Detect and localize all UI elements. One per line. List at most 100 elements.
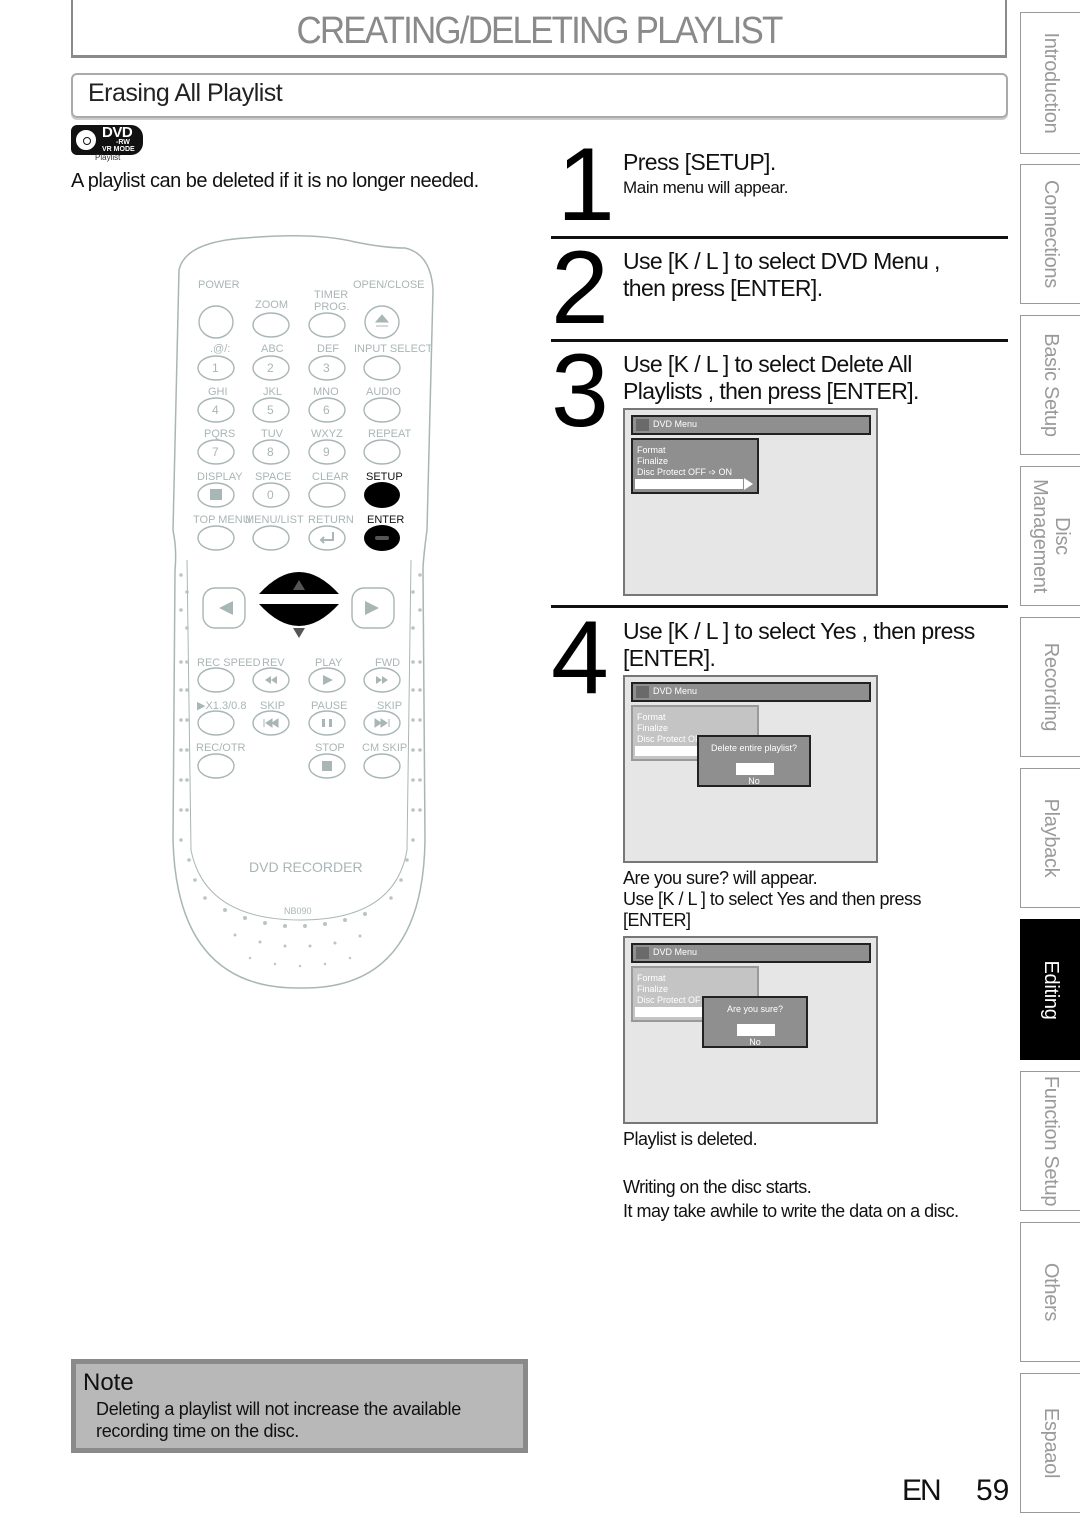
language-code: EN bbox=[902, 1474, 942, 1507]
label-rec-otr: REC/OTR bbox=[196, 742, 246, 754]
side-tab-introduction[interactable]: Introduction bbox=[1020, 12, 1080, 154]
confirm-text-1: Are you sure? will appear. bbox=[623, 868, 818, 888]
label-menu-list: MENU/LIST bbox=[245, 514, 304, 526]
label-timer: TIMER bbox=[314, 289, 348, 301]
play-icon bbox=[323, 675, 333, 685]
menu-item-format[interactable]: Format bbox=[637, 445, 666, 455]
screen-dvd-menu: DVD Menu Format Finalize Disc Protect OF… bbox=[623, 408, 878, 596]
rewind-icon bbox=[265, 676, 277, 684]
menu-icon bbox=[636, 947, 649, 959]
delete-dialog: Delete entire playlist? No bbox=[697, 735, 811, 787]
label-pause: PAUSE bbox=[311, 700, 347, 712]
label-k1: .@/: bbox=[210, 343, 230, 355]
stop-icon bbox=[322, 761, 332, 771]
step-1-subtitle: Main menu will appear. bbox=[623, 178, 789, 197]
menu-title: DVD Menu bbox=[653, 947, 698, 957]
fast-forward-icon bbox=[376, 676, 388, 684]
menu-icon bbox=[636, 686, 649, 698]
screen-delete-dialog: DVD Menu Format Finalize Disc Protect OF… bbox=[623, 675, 878, 863]
label-k6: MNO bbox=[313, 386, 339, 398]
setup-button-highlighted[interactable] bbox=[364, 482, 400, 508]
down-button-highlighted bbox=[259, 604, 339, 626]
menu-item-format: Format bbox=[637, 712, 666, 722]
label-display: DISPLAY bbox=[197, 471, 243, 483]
intro-text: A playlist can be deleted if it is no lo… bbox=[71, 170, 479, 192]
side-tab-connections[interactable]: Connections bbox=[1020, 164, 1080, 304]
power-button[interactable] bbox=[198, 305, 234, 339]
eject-icon bbox=[374, 314, 390, 327]
tab-label: Disc Management bbox=[1028, 479, 1073, 593]
side-tab-disc-management[interactable]: Disc Management bbox=[1020, 466, 1080, 606]
tab-label: Recording bbox=[1039, 642, 1062, 732]
label-skip-fwd: SKIP bbox=[377, 700, 402, 712]
dialog-yes-option-selected[interactable] bbox=[736, 763, 774, 775]
tab-label: Editing bbox=[1039, 959, 1062, 1020]
result-text-2: Writing on the disc starts. bbox=[623, 1177, 812, 1197]
side-tab-editing-active[interactable]: Editing bbox=[1020, 919, 1080, 1060]
side-tab-recording[interactable]: Recording bbox=[1020, 617, 1080, 757]
label-return: RETURN bbox=[308, 514, 354, 526]
digit-6: 6 bbox=[323, 403, 330, 417]
digit-7: 7 bbox=[212, 445, 219, 459]
label-k3: DEF bbox=[317, 343, 339, 355]
label-k9: WXYZ bbox=[311, 428, 343, 440]
note-line-2: recording time on the disc. bbox=[96, 1421, 300, 1441]
menu-list: Format Finalize Disc Protect OFF ➩ ON bbox=[631, 438, 759, 494]
result-text-1: Playlist is deleted. bbox=[623, 1129, 758, 1149]
digit-2: 2 bbox=[267, 361, 274, 375]
step-divider bbox=[551, 339, 1008, 342]
tab-label: Introduction bbox=[1039, 32, 1062, 134]
label-stop: STOP bbox=[315, 742, 345, 754]
label-k4: GHI bbox=[208, 386, 228, 398]
tab-label: Playback bbox=[1039, 798, 1062, 878]
digit-8: 8 bbox=[267, 445, 274, 459]
menu-item-selected[interactable] bbox=[635, 479, 743, 489]
label-clear: CLEAR bbox=[312, 471, 349, 483]
note-text: Deleting a playlist will not increase th… bbox=[96, 1398, 461, 1442]
digit-1: 1 bbox=[212, 361, 219, 375]
menu-item-disc-protect[interactable]: Disc Protect OFF ➩ ON bbox=[637, 467, 732, 478]
skip-back-icon bbox=[263, 718, 279, 728]
badge-rw-text: -RW bbox=[116, 139, 130, 146]
label-rev: REV bbox=[262, 657, 285, 669]
side-tab-basic-setup[interactable]: Basic Setup bbox=[1020, 315, 1080, 455]
side-tab-espanol[interactable]: Espaaol bbox=[1020, 1373, 1080, 1513]
label-power: POWER bbox=[198, 279, 240, 291]
page-number: 59 bbox=[976, 1474, 1010, 1507]
confirm-text-3: [ENTER] bbox=[623, 910, 691, 930]
step-3-title-line2: Playlists , then press [ENTER]. bbox=[623, 378, 919, 404]
dialog-no-option[interactable]: No bbox=[699, 776, 809, 786]
label-zoom: ZOOM bbox=[255, 299, 288, 311]
badge-playlist-label: Playlist bbox=[95, 153, 121, 162]
digit-4: 4 bbox=[212, 403, 219, 417]
step-divider bbox=[551, 236, 1008, 239]
section-title: Erasing All Playlist bbox=[88, 79, 283, 107]
step-4-title-line1: Use [K / L ] to select Yes , then press bbox=[623, 618, 975, 644]
menu-title: DVD Menu bbox=[653, 419, 698, 429]
side-tab-playback[interactable]: Playback bbox=[1020, 768, 1080, 908]
menu-item-finalize[interactable]: Finalize bbox=[637, 456, 668, 466]
badge-vr-mode-text: VR MODE bbox=[102, 146, 135, 153]
step-2-number: 2 bbox=[551, 230, 609, 346]
dialog-yes-option-selected[interactable] bbox=[737, 1024, 775, 1036]
confirm-text-2: Use [K / L ] to select Yes and then pres… bbox=[623, 889, 922, 909]
digit-9: 9 bbox=[323, 445, 330, 459]
label-open-close: OPEN/CLOSE bbox=[353, 279, 425, 291]
side-tab-others[interactable]: Others bbox=[1020, 1222, 1080, 1362]
label-rec-speed: REC SPEED bbox=[197, 657, 261, 669]
note-title: Note bbox=[83, 1369, 134, 1396]
brand-label: DVD RECORDER bbox=[249, 859, 363, 875]
dialog-question: Are you sure? bbox=[726, 1004, 784, 1014]
dialog-no-option[interactable]: No bbox=[704, 1037, 806, 1047]
pause-icon bbox=[322, 719, 325, 727]
menu-icon bbox=[636, 419, 649, 431]
label-k8: TUV bbox=[261, 428, 284, 440]
menu-item-format: Format bbox=[637, 973, 666, 983]
label-speed: ▶X1.3/0.8 bbox=[197, 700, 246, 712]
side-tab-function-setup[interactable]: Function Setup bbox=[1020, 1071, 1080, 1211]
digit-0: 0 bbox=[267, 488, 274, 502]
model-label: NB090 bbox=[284, 906, 312, 916]
step-3-title-line1: Use [K / L ] to select Delete All bbox=[623, 351, 912, 377]
label-k2: ABC bbox=[261, 343, 284, 355]
step-3-number: 3 bbox=[551, 333, 609, 449]
